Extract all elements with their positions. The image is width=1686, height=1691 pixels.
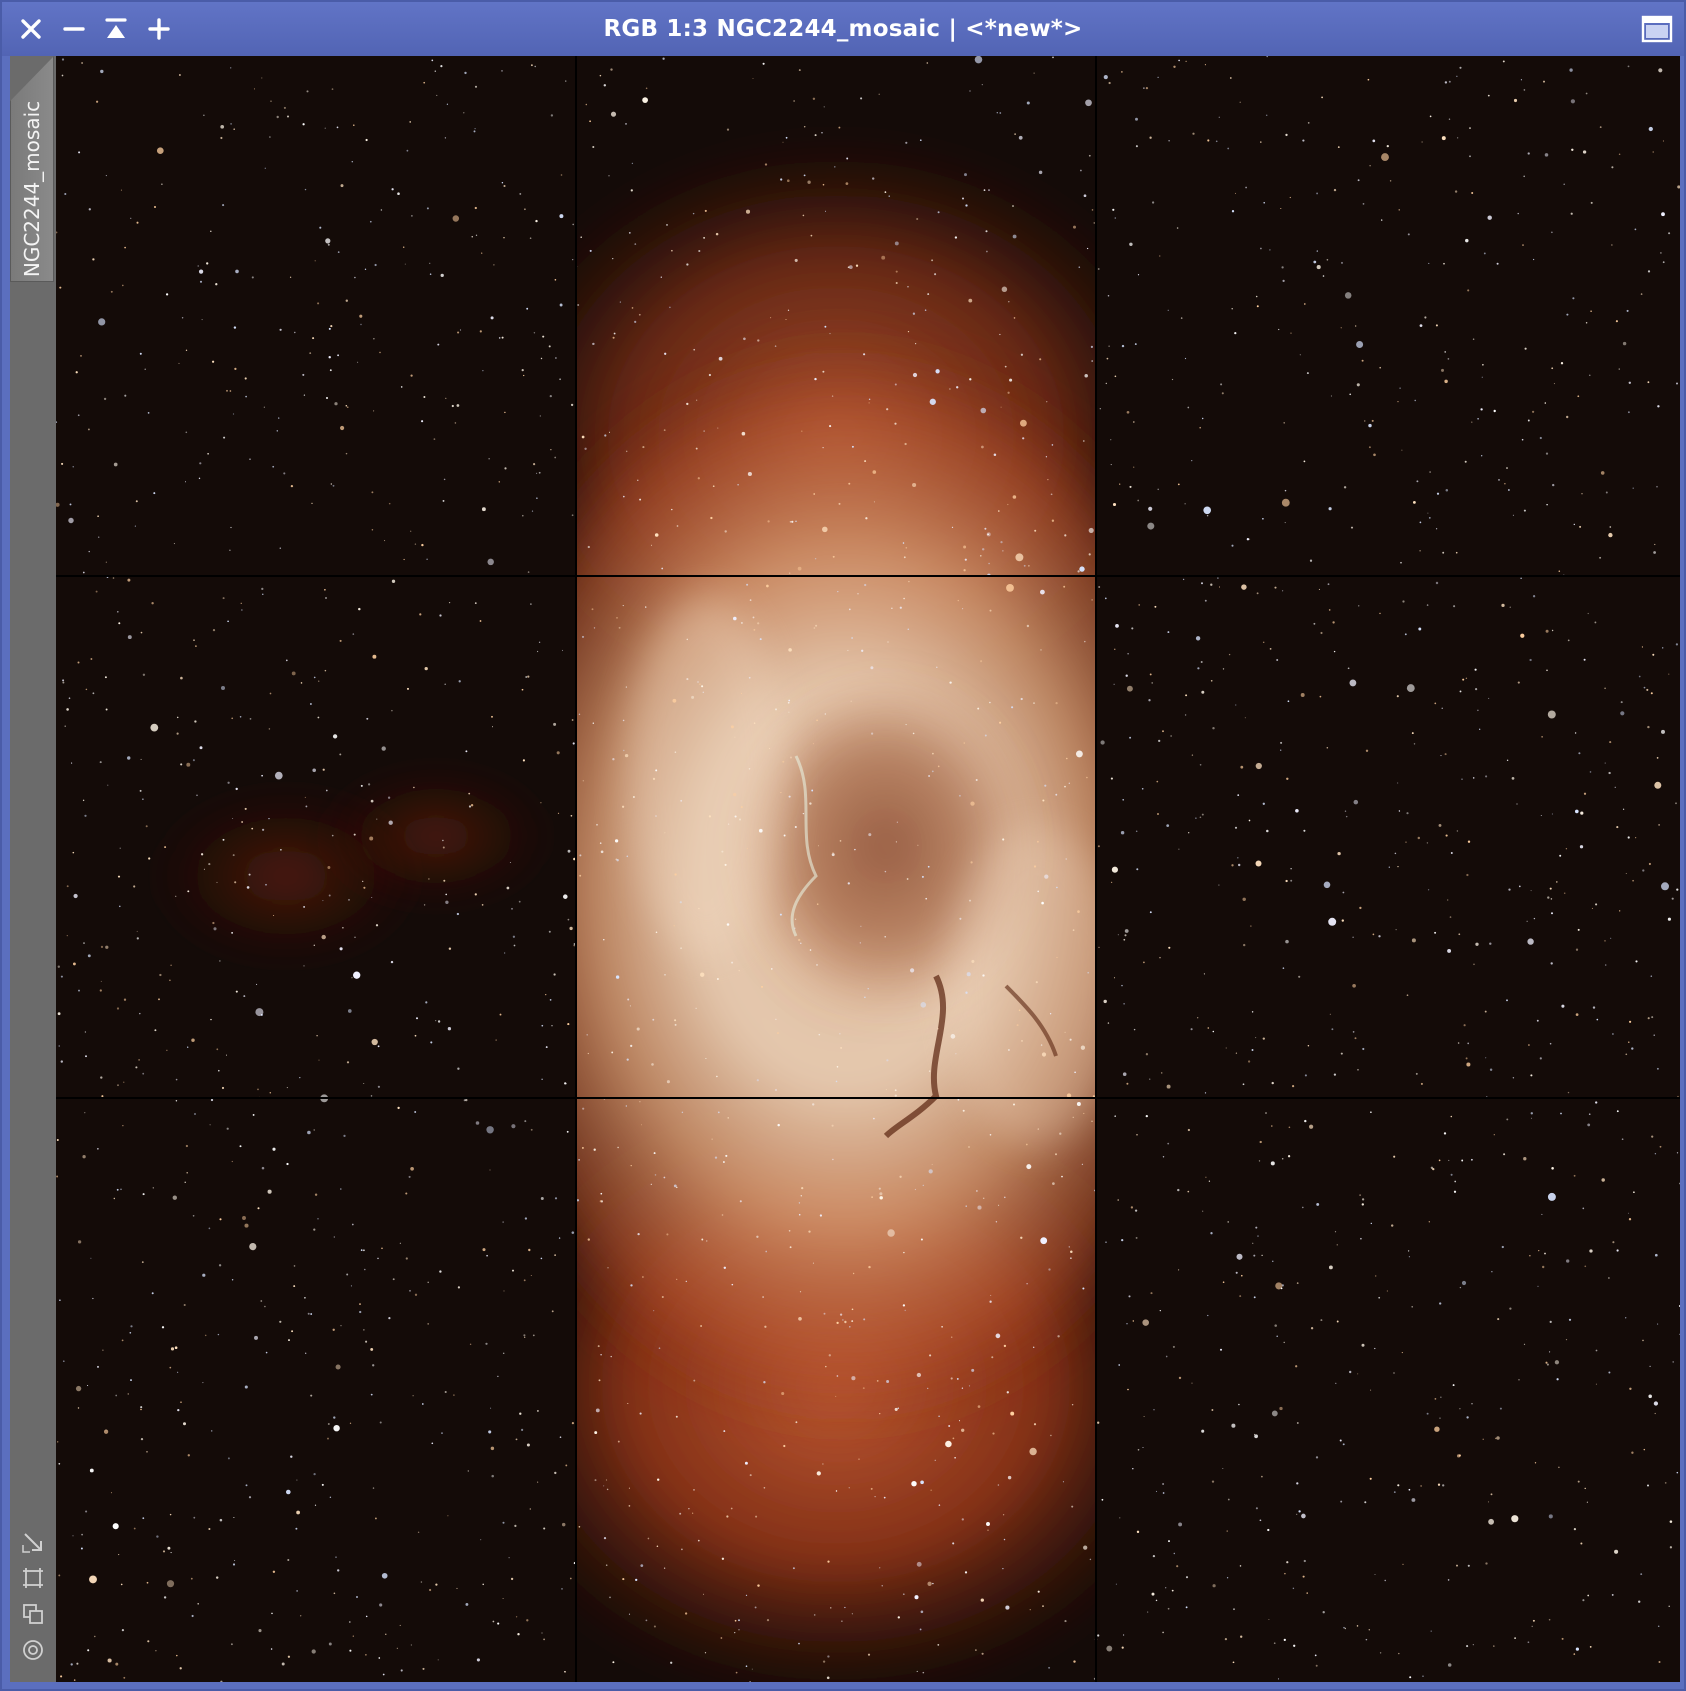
plus-icon (148, 18, 170, 40)
minus-icon (63, 27, 85, 31)
maximize-button[interactable] (1640, 14, 1674, 44)
window-titlebar[interactable]: RGB 1:3 NGC2244_mosaic | <*new*> (2, 2, 1684, 56)
close-icon (21, 19, 41, 39)
preview-mode-tool[interactable] (10, 1560, 56, 1596)
image-window: RGB 1:3 NGC2244_mosaic | <*new*> NGC2244… (0, 0, 1686, 1691)
nebula-mosaic-image (56, 56, 1680, 1682)
collapse-to-top-icon (105, 18, 127, 38)
overlapping-squares-icon (23, 1604, 43, 1624)
zoom-in-button[interactable] (144, 14, 174, 44)
shrink-arrow-icon (22, 1533, 42, 1553)
view-id-tab[interactable]: NGC2244_mosaic (10, 56, 54, 282)
view-sidebar: NGC2244_mosaic (10, 56, 56, 1682)
fit-view-tool[interactable] (10, 1524, 56, 1560)
window-title: RGB 1:3 NGC2244_mosaic | <*new*> (603, 16, 1083, 42)
frame-corners-icon (23, 1568, 43, 1588)
minimize-button[interactable] (59, 14, 89, 44)
maximize-window-icon (1641, 15, 1673, 43)
target-circle-icon (23, 1640, 43, 1660)
image-viewport[interactable] (56, 56, 1680, 1682)
shade-button[interactable] (101, 14, 131, 44)
close-button[interactable] (16, 14, 46, 44)
view-id-label: NGC2244_mosaic (20, 100, 44, 278)
sidebar-tools (10, 1524, 56, 1668)
clone-view-tool[interactable] (10, 1596, 56, 1632)
center-view-tool[interactable] (10, 1632, 56, 1668)
